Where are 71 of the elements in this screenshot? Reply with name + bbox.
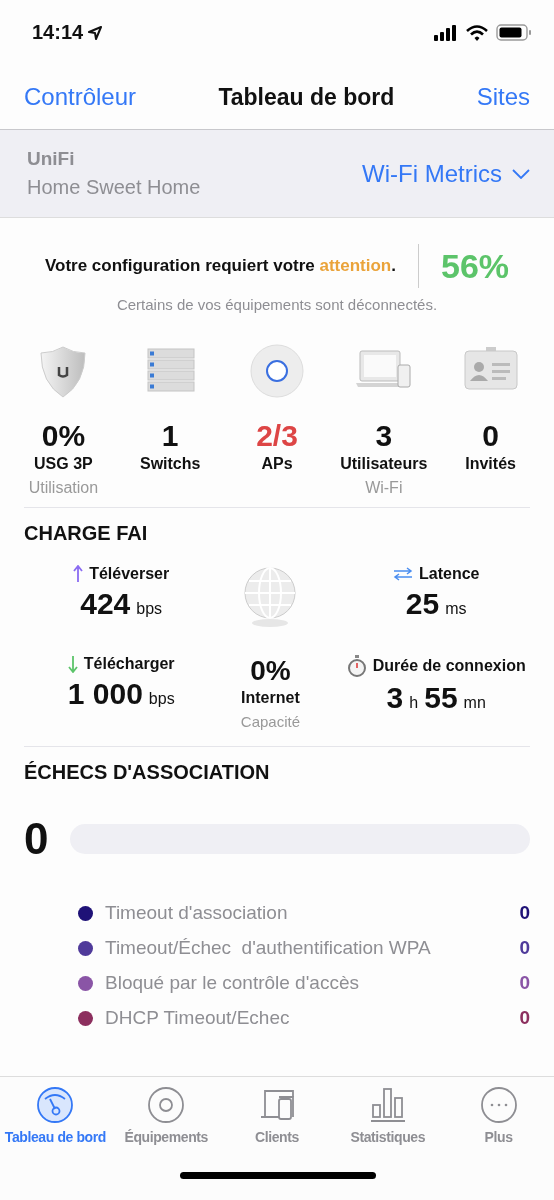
wifi-icon (466, 24, 488, 41)
stat-unit: h (409, 694, 419, 712)
stat-unit: ms (445, 600, 467, 618)
bar-chart-icon (369, 1087, 406, 1123)
device-label: Utilisateurs (340, 455, 428, 473)
location-arrow-icon (88, 25, 103, 40)
brand-label: UniFi (27, 148, 76, 170)
stopwatch-icon (346, 655, 367, 677)
stat-value: 1 000 (67, 677, 143, 711)
arrow-down-icon (67, 655, 78, 673)
chevron-down-icon (512, 168, 530, 179)
device-label: Invités (465, 455, 516, 473)
health-message: Votre configuration requiert votre attention. (44, 256, 396, 276)
clock-time: 14:14 (32, 21, 84, 44)
device-sublabel: Wi-Fi (365, 479, 403, 497)
tab-bar-item[interactable]: Tableau de bord (0, 1087, 111, 1200)
failure-total: 0 (24, 814, 49, 864)
tab-bar-item[interactable]: Statistiques (332, 1087, 444, 1200)
device-label: USG 3P (34, 455, 93, 473)
battery-icon (496, 24, 532, 41)
section-title: CHARGE FAI (23, 521, 149, 545)
stat-value: 3 (386, 681, 404, 715)
device-count: 0 (482, 419, 499, 453)
signal-icon (434, 24, 458, 41)
stat-unit: bps (136, 600, 163, 618)
health-detail: Certains de vos équipements sont déconnectés. (115, 296, 439, 313)
stat-sublabel: Capacité (240, 713, 300, 730)
stat-label: Latence (419, 565, 480, 583)
stat-value: 55 (424, 681, 458, 715)
site-name: Home Sweet Home (27, 176, 201, 199)
device-label: APs (261, 455, 293, 473)
stat-value: 424 (80, 587, 131, 621)
gauge-icon (37, 1087, 74, 1123)
stat-unit: bps (148, 690, 175, 708)
stat-value: 25 (405, 587, 440, 621)
more-icon (480, 1087, 517, 1123)
legend-label: Timeout/Échec d'authentification WPA (105, 937, 432, 959)
section-title: ÉCHECS D'ASSOCIATION (23, 760, 271, 784)
stat-label: Téléverser (89, 565, 170, 583)
screen-title: Tableau de bord (218, 83, 395, 111)
arrow-up-icon (73, 565, 84, 583)
stat-label: Durée de connexion (372, 657, 526, 675)
device-count: 0% (41, 419, 86, 453)
swap-arrows-icon (393, 567, 413, 581)
device-count: 3 (375, 419, 393, 453)
stat-label: Télécharger (83, 655, 175, 673)
device-count: 2/3 (256, 419, 298, 453)
stat-unit: mn (463, 694, 486, 712)
health-score: 56% (441, 246, 510, 286)
legend-count: 0 (519, 1007, 530, 1029)
tab-bar-item[interactable]: Clients (221, 1087, 333, 1200)
back-link[interactable]: Contrôleur (24, 83, 137, 111)
legend-count: 0 (519, 972, 530, 994)
stat-label: Internet (241, 689, 300, 707)
device-count: 1 (161, 419, 179, 453)
access-point-icon (247, 343, 307, 399)
sites-link[interactable]: Sites (476, 83, 530, 111)
legend-label: Timeout d'association (105, 902, 289, 924)
globe-icon (242, 565, 299, 629)
device-sublabel: Utilisation (28, 479, 99, 497)
legend-count: 0 (519, 902, 530, 924)
legend-label: DHCP Timeout/Echec (105, 1007, 291, 1029)
devices-icon (259, 1087, 295, 1123)
legend-count: 0 (519, 937, 530, 959)
disc-icon (148, 1087, 185, 1123)
device-label: Switchs (139, 455, 201, 473)
tab-bar-item[interactable]: Équipements (110, 1087, 222, 1200)
capacity-value: 0% (250, 655, 291, 687)
metrics-dropdown[interactable]: Wi-Fi Metrics (362, 159, 530, 188)
tab-bar-item[interactable]: Plus (443, 1087, 554, 1200)
legend-label: Bloqué par le contrôle d'accès (105, 972, 360, 994)
